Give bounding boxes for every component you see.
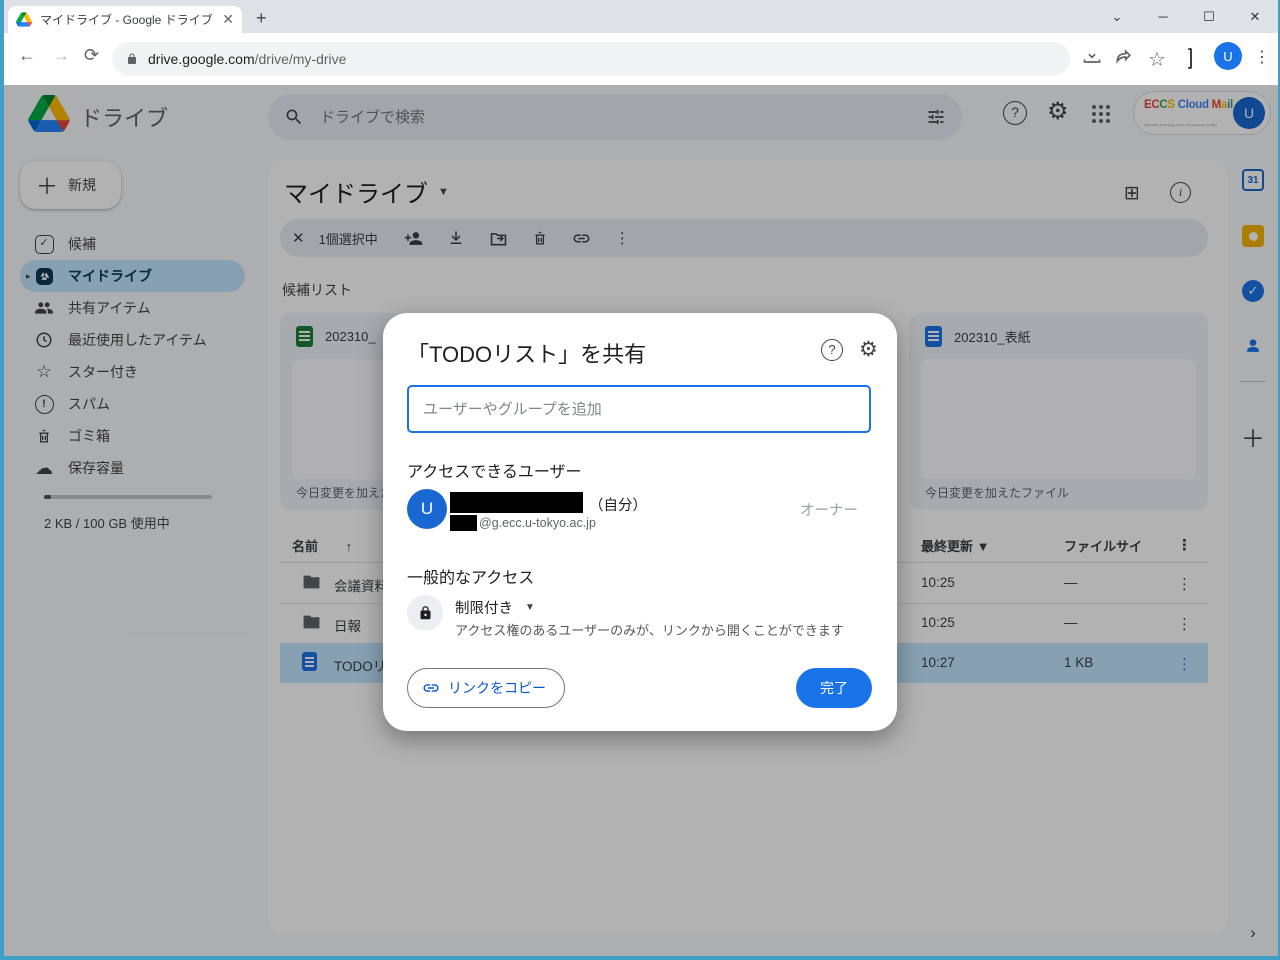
- general-access-label: 一般的なアクセス: [407, 570, 535, 587]
- tab-close-icon[interactable]: ✕: [222, 11, 234, 28]
- browser-window: マイドライブ - Google ドライブ ✕ + ⌄ ─ ☐ ✕ ← → ⟳ d…: [4, 0, 1278, 956]
- forward-button[interactable]: →: [52, 45, 70, 66]
- access-level-dropdown[interactable]: 制限付き ▼: [455, 597, 535, 618]
- redacted-owner-email: [450, 515, 477, 531]
- owner-role-label: オーナー: [800, 503, 858, 519]
- window-chevron-icon[interactable]: ⌄: [1094, 0, 1140, 33]
- browser-tab[interactable]: マイドライブ - Google ドライブ ✕: [8, 6, 242, 33]
- window-maximize-button[interactable]: ☐: [1186, 0, 1232, 33]
- desktop: マイドライブ - Google ドライブ ✕ + ⌄ ─ ☐ ✕ ← → ⟳ d…: [0, 0, 1280, 960]
- side-panel-icon[interactable]: [1188, 48, 1192, 69]
- owner-email-domain: @g.ecc.u-tokyo.ac.jp: [479, 516, 596, 530]
- reload-button[interactable]: ⟳: [84, 45, 99, 66]
- lock-icon: [128, 53, 136, 64]
- browser-avatar[interactable]: U: [1214, 42, 1242, 70]
- dialog-help-icon[interactable]: ?: [821, 339, 843, 361]
- people-section-label: アクセスできるユーザー: [407, 464, 582, 481]
- link-icon: [422, 679, 440, 697]
- share-icon[interactable]: [1114, 47, 1134, 67]
- drive-app: ドライブ ? ⚙ ECCS Cloud Mail Information Tec…: [4, 85, 1278, 956]
- owner-self-suffix: （自分）: [589, 498, 647, 514]
- tab-title: マイドライブ - Google ドライブ: [40, 13, 213, 27]
- tab-strip: マイドライブ - Google ドライブ ✕ + ⌄ ─ ☐ ✕: [4, 0, 1278, 33]
- omnibox[interactable]: drive.google.com/drive/my-drive: [112, 42, 1070, 76]
- add-people-input[interactable]: [407, 385, 871, 433]
- done-button[interactable]: 完了: [796, 668, 872, 708]
- browser-menu-icon[interactable]: ⋮: [1254, 47, 1270, 67]
- copy-link-button[interactable]: リンクをコピー: [407, 668, 565, 708]
- back-button[interactable]: ←: [18, 45, 36, 66]
- bookmark-star-icon[interactable]: ☆: [1148, 47, 1166, 72]
- share-dialog: 「TODOリスト」を共有 ? ⚙ アクセスできるユーザー U （自分） @g.e…: [383, 313, 897, 731]
- restricted-lock-icon: [407, 595, 443, 631]
- dialog-title: 「TODOリスト」を共有: [407, 342, 647, 367]
- new-tab-button[interactable]: +: [256, 8, 267, 29]
- install-icon[interactable]: [1082, 47, 1102, 67]
- drive-favicon: [16, 12, 32, 27]
- redacted-owner-name: [450, 492, 583, 513]
- owner-avatar: U: [407, 489, 447, 529]
- window-minimize-button[interactable]: ─: [1140, 0, 1186, 33]
- dropdown-caret-icon: ▼: [525, 602, 535, 613]
- dialog-settings-icon[interactable]: ⚙: [859, 337, 878, 362]
- access-description: アクセス権のあるユーザーのみが、リンクから開くことができます: [455, 623, 844, 638]
- address-bar: ← → ⟳ drive.google.com/drive/my-drive ☆ …: [4, 33, 1278, 85]
- window-close-button[interactable]: ✕: [1232, 0, 1278, 33]
- url-text: drive.google.com/drive/my-drive: [148, 51, 347, 67]
